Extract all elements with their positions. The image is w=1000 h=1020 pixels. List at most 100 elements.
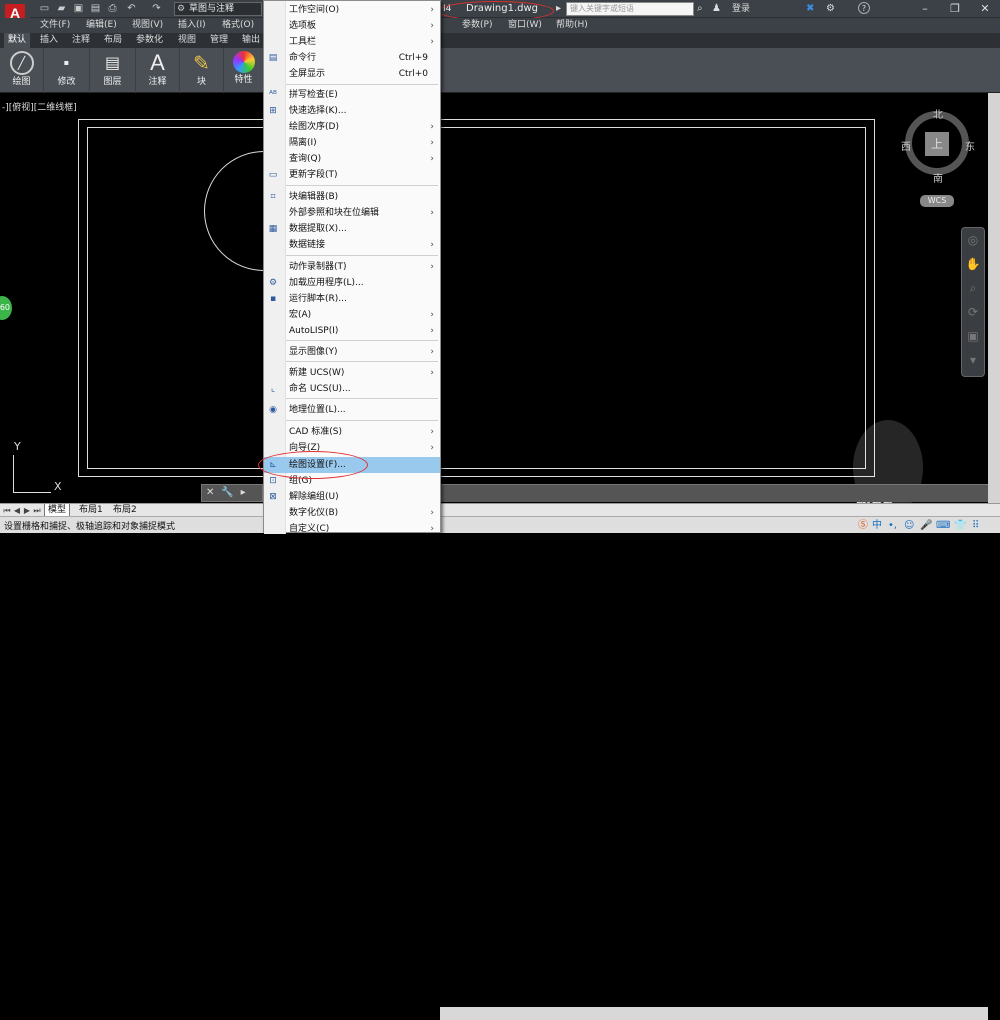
menu-item[interactable]: CAD 标准(S) ›	[264, 424, 440, 440]
menu-item[interactable]: ⚙ 加载应用程序(L)...	[264, 275, 440, 291]
tab-view[interactable]: 视图	[174, 33, 200, 48]
undo-icon[interactable]: ↶	[125, 2, 138, 15]
menu-item[interactable]: 外部参照和块在位编辑 ›	[264, 205, 440, 221]
showmotion-icon[interactable]: ▣	[962, 324, 984, 348]
cmd-prompt-icon[interactable]: ▸	[241, 485, 246, 501]
wrench-icon[interactable]: 🔧	[221, 485, 233, 501]
grid-tray-icon[interactable]: ⠿	[972, 519, 979, 532]
menu-item[interactable]: ▭ 更新字段(T)	[264, 167, 440, 183]
menu-item[interactable]: ▦ 数据提取(X)...	[264, 221, 440, 237]
menu-help[interactable]: 帮助(H)	[556, 18, 588, 33]
menu-item[interactable]: ⌗ 块编辑器(B)	[264, 189, 440, 205]
layout-tab-bar: ⏮ ◀ ▶ ⏭ 模型 布局1 布局2	[0, 503, 1000, 1020]
viewcube-top[interactable]: 上	[925, 132, 949, 156]
viewport-label[interactable]: -][俯视][二维线框]	[2, 100, 77, 113]
save-as-icon[interactable]: ▤	[89, 2, 102, 15]
save-icon[interactable]: ▣	[72, 2, 85, 15]
steering-wheel-icon[interactable]: ◎	[962, 228, 984, 252]
compass-east[interactable]: 东	[965, 138, 975, 153]
wcs-menu[interactable]: WCS	[920, 195, 954, 207]
search-input[interactable]: 键入关键字或短语	[566, 2, 694, 16]
menu-item[interactable]: ⌞ 命名 UCS(U)...	[264, 381, 440, 397]
pan-icon[interactable]: ✋	[962, 252, 984, 276]
menu-params[interactable]: 参数(P)	[462, 18, 492, 33]
menu-item[interactable]: ▤ 命令行 Ctrl+9	[264, 50, 440, 66]
menu-item[interactable]: 工作空间(O) ›	[264, 2, 440, 18]
menu-window[interactable]: 窗口(W)	[508, 18, 542, 33]
search-icon[interactable]: ⌕	[697, 2, 703, 16]
menu-format[interactable]: 格式(O)	[222, 18, 254, 33]
open-file-icon[interactable]: ▰	[55, 2, 68, 15]
menu-item[interactable]: 数字化仪(B) ›	[264, 505, 440, 521]
exchange-icon[interactable]: ✖	[806, 2, 814, 16]
menu-item[interactable]: ⊠ 解除编组(U)	[264, 489, 440, 505]
print-icon[interactable]: ⎙	[106, 2, 119, 15]
keyboard-icon[interactable]: ⌨	[936, 519, 950, 532]
new-file-icon[interactable]: ▭	[38, 2, 51, 15]
menu-edit[interactable]: 编辑(E)	[86, 18, 117, 33]
menu-file[interactable]: 文件(F)	[40, 18, 70, 33]
user-tray-icon[interactable]: 👕	[954, 519, 966, 532]
menu-item[interactable]: 绘图次序(D) ›	[264, 119, 440, 135]
menu-view[interactable]: 视图(V)	[132, 18, 163, 33]
connect-icon[interactable]: ⚙	[826, 2, 835, 16]
user-icon[interactable]: ♟	[712, 2, 721, 16]
compass-north[interactable]: 北	[933, 106, 943, 121]
punctuation-icon[interactable]: •,	[888, 519, 897, 532]
menu-item[interactable]: 动作录制器(T) ›	[264, 259, 440, 275]
menu-item[interactable]: 选项板 ›	[264, 18, 440, 34]
menu-item[interactable]: 数据链接 ›	[264, 237, 440, 253]
vertical-scrollbar[interactable]	[988, 93, 1000, 503]
properties-button[interactable]: 特性	[224, 48, 264, 93]
menu-item[interactable]: 全屏显示 Ctrl+0	[264, 66, 440, 82]
redo-icon[interactable]: ↷	[150, 2, 163, 15]
tab-default[interactable]: 默认	[4, 33, 31, 48]
menu-item[interactable]: 新建 UCS(W) ›	[264, 365, 440, 381]
restore-icon[interactable]: ❐	[940, 0, 970, 18]
menu-item[interactable]: 显示图像(Y) ›	[264, 344, 440, 360]
ime-logo-icon[interactable]: Ⓢ	[858, 519, 868, 532]
mic-icon[interactable]: 🎤	[920, 519, 932, 532]
menu-item[interactable]: ⊞ 快速选择(K)...	[264, 103, 440, 119]
menu-item[interactable]: 宏(A) ›	[264, 307, 440, 323]
command-line-input[interactable]	[441, 484, 988, 502]
tab-layout[interactable]: 布局	[100, 33, 126, 48]
ime-language[interactable]: 中	[872, 519, 882, 532]
orbit-icon[interactable]: ⟳	[962, 300, 984, 324]
menu-item[interactable]: 隔离(I) ›	[264, 135, 440, 151]
close-icon[interactable]: ✕	[970, 0, 1000, 18]
menu-item[interactable]: ▪ 运行脚本(R)...	[264, 291, 440, 307]
menu-item[interactable]: 查询(Q) ›	[264, 151, 440, 167]
menu-item[interactable]: 自定义(C) ›	[264, 521, 440, 537]
draw-button[interactable]: ╱ 绘图	[0, 48, 44, 93]
menu-item[interactable]: ◉ 地理位置(L)...	[264, 402, 440, 418]
tab-output[interactable]: 输出	[238, 33, 264, 48]
submenu-arrow-icon: ›	[430, 368, 434, 378]
modify-icon: ▪	[63, 58, 70, 67]
compass-west[interactable]: 西	[901, 138, 911, 153]
tab-parametric[interactable]: 参数化	[132, 33, 167, 48]
minimize-icon[interactable]: –	[910, 0, 940, 18]
submenu-arrow-icon: ›	[430, 5, 434, 15]
menu-item[interactable]: ᴬᴮ 拼写检查(E)	[264, 87, 440, 103]
help-icon[interactable]: ?	[858, 2, 870, 14]
block-button[interactable]: ✎ 块	[180, 48, 224, 93]
modify-button[interactable]: ▪ 修改	[44, 48, 90, 93]
tab-manage[interactable]: 管理	[206, 33, 232, 48]
compass-south[interactable]: 南	[933, 170, 943, 185]
submenu-arrow-icon: ›	[430, 262, 434, 272]
workspace-dropdown[interactable]: ⚙ 草图与注释	[174, 2, 262, 16]
menu-item[interactable]: 工具栏 ›	[264, 34, 440, 50]
tab-insert[interactable]: 插入	[36, 33, 62, 48]
emoji-icon[interactable]: ☺	[904, 519, 914, 532]
navbar-settings-icon[interactable]: ▾	[962, 348, 984, 372]
annotation-button[interactable]: A 注释	[136, 48, 180, 93]
login-label[interactable]: 登录	[732, 2, 750, 16]
horizontal-scrollbar[interactable]	[440, 1007, 988, 1020]
menu-insert[interactable]: 插入(I)	[178, 18, 206, 33]
tab-annotate[interactable]: 注释	[68, 33, 94, 48]
layer-button[interactable]: ▤ 图层	[90, 48, 136, 93]
menu-item[interactable]: AutoLISP(I) ›	[264, 323, 440, 339]
close-cmd-icon[interactable]: ✕	[206, 485, 214, 501]
zoom-icon[interactable]: ⌕	[962, 276, 984, 300]
